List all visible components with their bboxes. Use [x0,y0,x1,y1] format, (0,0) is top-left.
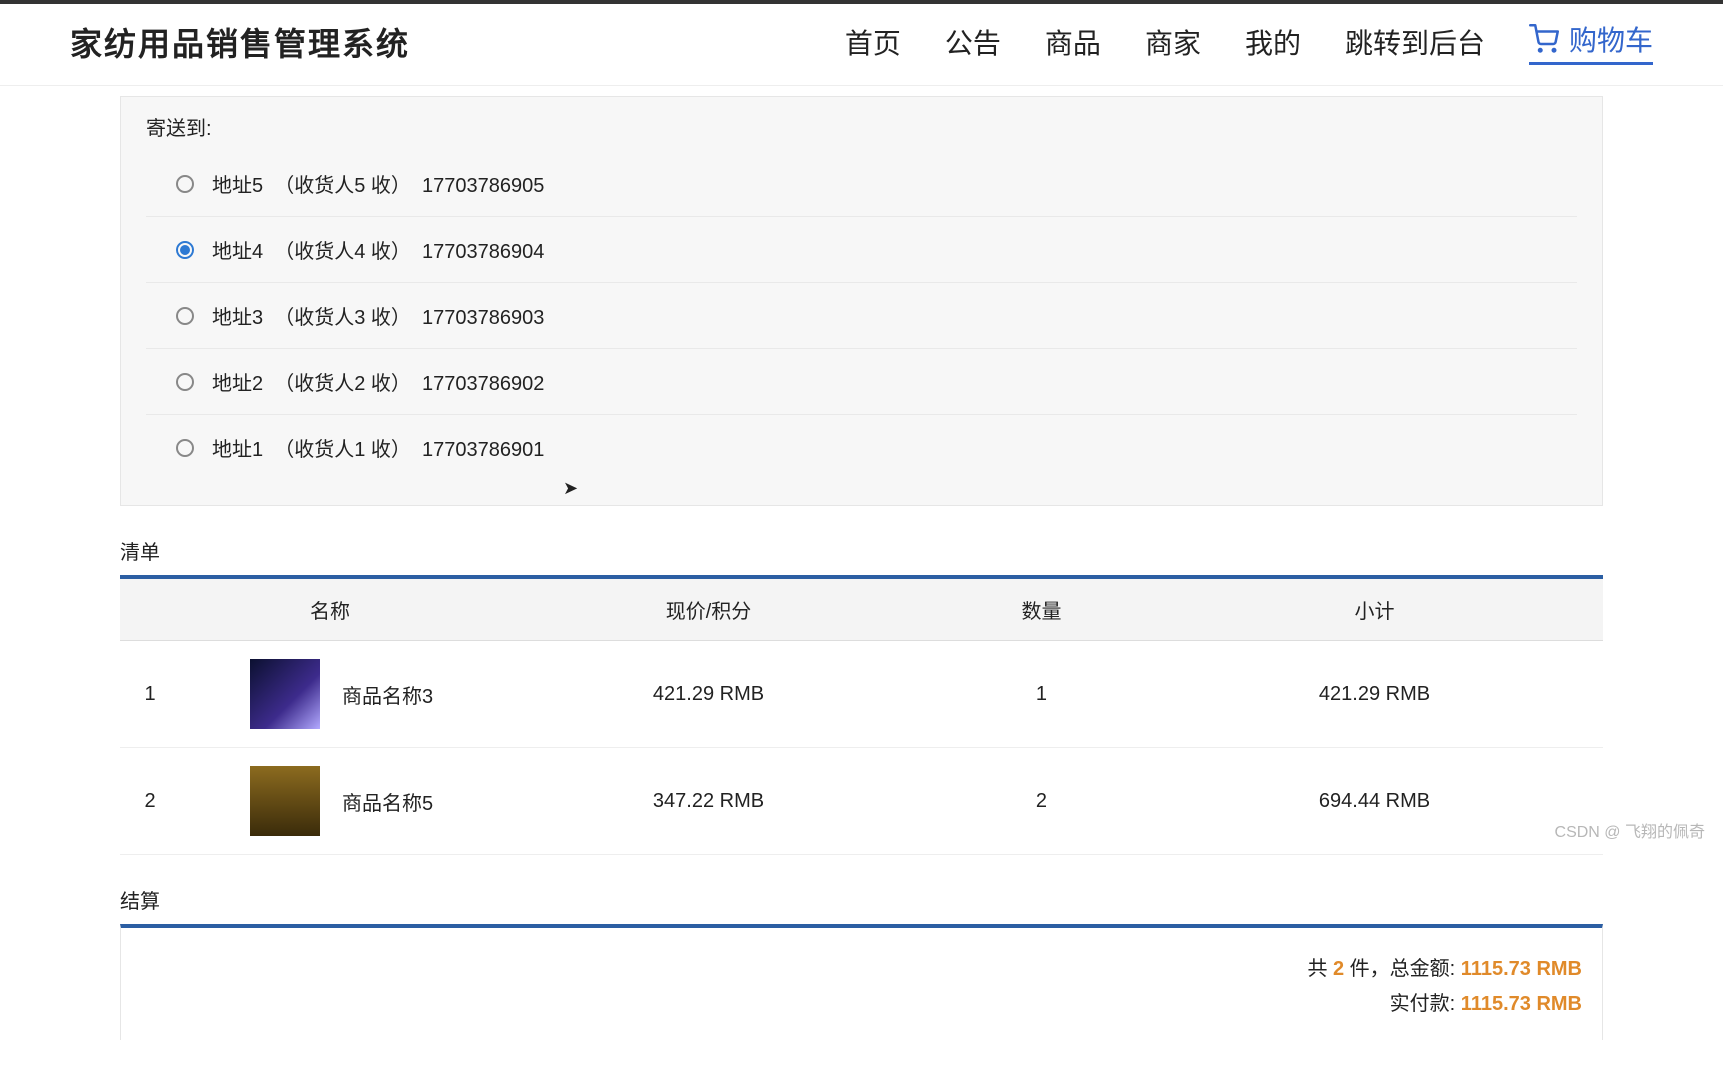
col-qty: 数量 [937,577,1146,641]
nav-merchant[interactable]: 商家 [1145,22,1201,62]
col-subtotal: 小计 [1146,577,1603,641]
cell-qty: 2 [937,748,1146,855]
col-index [120,577,180,641]
order-table: 名称 现价/积分 数量 小计 1 商品名称3 421.29 RMB 1 421.… [120,575,1603,855]
address-option-3[interactable]: 地址2 （收货人2 收） 17703786902 [146,349,1577,415]
nav-admin[interactable]: 跳转到后台 [1345,22,1485,62]
address-option-0[interactable]: 地址5 （收货人5 收） 17703786905 [146,151,1577,217]
cart-icon [1529,24,1559,54]
nav-cart-label: 购物车 [1569,19,1653,59]
cell-price: 421.29 RMB [480,641,937,748]
settle-panel: 共 2 件，总金额: 1115.73 RMB 实付款: 1115.73 RMB [120,924,1603,1040]
shipping-panel: 寄送到: 地址5 （收货人5 收） 17703786905 地址4 （收货人4 … [120,96,1603,506]
table-row: 2 商品名称5 347.22 RMB 2 694.44 RMB [120,748,1603,855]
radio-icon[interactable] [176,175,194,193]
settle-line1-mid: 件，总金额: [1344,958,1461,980]
address-option-2[interactable]: 地址3 （收货人3 收） 17703786903 [146,283,1577,349]
settle-pay: 1115.73 RMB [1461,993,1582,1015]
list-title: 清单 [120,536,1603,565]
address-label: 地址1 （收货人1 收） 17703786901 [212,433,544,462]
settle-line2-prefix: 实付款: [1390,993,1461,1015]
cell-name: 商品名称3 [180,641,480,748]
shipping-title: 寄送到: [146,112,1577,141]
radio-icon[interactable] [176,373,194,391]
cell-index: 2 [120,748,180,855]
top-nav: 家纺用品销售管理系统 首页 公告 商品 商家 我的 跳转到后台 购物车 [0,4,1723,86]
settle-total: 1115.73 RMB [1461,958,1582,980]
nav-goods[interactable]: 商品 [1045,22,1101,62]
col-price: 现价/积分 [480,577,937,641]
product-name: 商品名称5 [342,787,433,816]
col-name: 名称 [180,577,480,641]
address-label: 地址3 （收货人3 收） 17703786903 [212,301,544,330]
address-option-1[interactable]: 地址4 （收货人4 收） 17703786904 [146,217,1577,283]
cell-subtotal: 421.29 RMB [1146,641,1603,748]
settle-pay-row: 实付款: 1115.73 RMB [141,987,1582,1016]
product-thumb-icon [250,766,320,836]
nav-cart[interactable]: 购物车 [1529,19,1653,65]
nav-links: 首页 公告 商品 商家 我的 跳转到后台 购物车 [845,19,1653,65]
settle-title: 结算 [120,885,1603,914]
settle-line1-prefix: 共 [1307,958,1333,980]
settle-total-row: 共 2 件，总金额: 1115.73 RMB [141,952,1582,981]
table-row: 1 商品名称3 421.29 RMB 1 421.29 RMB [120,641,1603,748]
product-name: 商品名称3 [342,680,433,709]
radio-icon[interactable] [176,439,194,457]
product-thumb-icon [250,659,320,729]
address-label: 地址2 （收货人2 收） 17703786902 [212,367,544,396]
address-label: 地址5 （收货人5 收） 17703786905 [212,169,544,198]
cell-name: 商品名称5 [180,748,480,855]
nav-mine[interactable]: 我的 [1245,22,1301,62]
cell-qty: 1 [937,641,1146,748]
radio-icon[interactable] [176,307,194,325]
settle-count: 2 [1333,958,1344,980]
nav-home[interactable]: 首页 [845,22,901,62]
cell-subtotal: 694.44 RMB [1146,748,1603,855]
table-header-row: 名称 现价/积分 数量 小计 [120,577,1603,641]
cell-index: 1 [120,641,180,748]
brand-title: 家纺用品销售管理系统 [70,19,410,65]
nav-notice[interactable]: 公告 [945,22,1001,62]
cell-price: 347.22 RMB [480,748,937,855]
address-label: 地址4 （收货人4 收） 17703786904 [212,235,544,264]
address-option-4[interactable]: 地址1 （收货人1 收） 17703786901 [146,415,1577,480]
radio-icon[interactable] [176,241,194,259]
